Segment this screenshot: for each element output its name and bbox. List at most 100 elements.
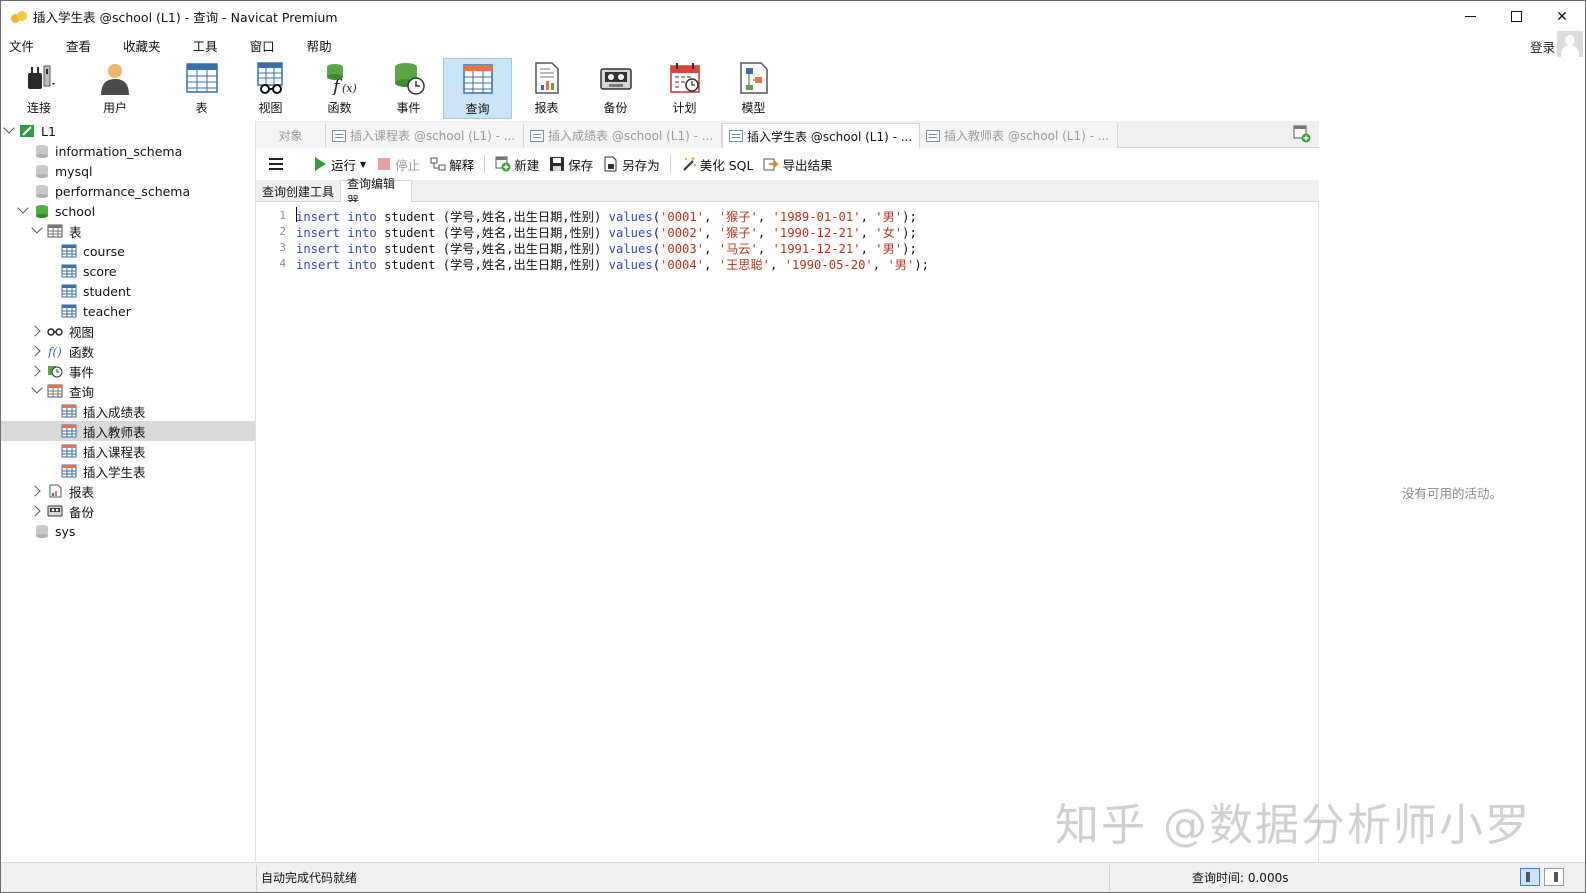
tree-db-mysql[interactable]: mysql bbox=[1, 161, 255, 181]
menu-tools[interactable]: 工具 bbox=[185, 36, 218, 55]
chevron-right-icon[interactable] bbox=[29, 505, 41, 517]
chevron-right-icon[interactable] bbox=[29, 345, 41, 357]
dropdown-arrow-icon[interactable]: ▼ bbox=[360, 160, 366, 169]
tab-query-editor[interactable]: 查询编辑器 bbox=[340, 177, 412, 208]
maximize-button[interactable] bbox=[1493, 1, 1539, 32]
tree-table-course[interactable]: course bbox=[1, 241, 255, 261]
toolbar-user-button[interactable]: 用户 bbox=[77, 58, 153, 119]
toolbar-schedule-button[interactable]: 计划 bbox=[650, 58, 719, 119]
toolbar-event-button[interactable]: 事件 bbox=[374, 58, 443, 119]
tree-group-backups[interactable]: 备份 bbox=[1, 501, 255, 521]
stop-icon bbox=[378, 158, 391, 170]
menu-view[interactable]: 查看 bbox=[58, 36, 91, 55]
menu-window[interactable]: 窗口 bbox=[242, 36, 275, 55]
avatar[interactable] bbox=[1557, 31, 1583, 57]
toolbar-schedule-label: 计划 bbox=[672, 101, 697, 115]
toolbar-backup-button[interactable]: 备份 bbox=[581, 58, 650, 119]
explain-label: 解释 bbox=[449, 157, 475, 173]
run-button[interactable]: 运行 ▼ bbox=[312, 155, 366, 174]
model-icon bbox=[739, 62, 768, 94]
toolbar-report-button[interactable]: 报表 bbox=[512, 58, 581, 119]
tab-objects[interactable]: 对象 bbox=[256, 123, 326, 148]
tree-query-insert-course[interactable]: 插入课程表 bbox=[1, 441, 255, 461]
sql-function: values bbox=[608, 210, 653, 224]
sql-string: '男' bbox=[875, 210, 903, 224]
tab-insert-course[interactable]: 插入课程表 @school (L1) - ... bbox=[326, 123, 524, 148]
minimize-button[interactable] bbox=[1447, 1, 1493, 32]
chevron-down-icon[interactable] bbox=[31, 382, 43, 394]
tree-group-tables[interactable]: 表 bbox=[1, 221, 255, 241]
toolbar-model-button[interactable]: 模型 bbox=[719, 58, 788, 119]
toolbar-function-button[interactable]: f (x) 函数 bbox=[305, 58, 374, 119]
toolbar-report-label: 报表 bbox=[534, 101, 559, 115]
tree-group-functions[interactable]: f() 函数 bbox=[1, 341, 255, 361]
tree-query-insert-student[interactable]: 插入学生表 bbox=[1, 461, 255, 481]
sql-text: ); bbox=[902, 226, 917, 240]
tree-group-reports[interactable]: 报表 bbox=[1, 481, 255, 501]
backup-icon bbox=[47, 505, 63, 517]
sql-string: '猴子' bbox=[718, 210, 758, 224]
toolbar-view-button[interactable]: 视图 bbox=[236, 58, 305, 119]
toolbar-event-label: 事件 bbox=[396, 101, 421, 115]
tab-query-builder[interactable]: 查询创建工具 bbox=[256, 180, 340, 202]
hamburger-menu-button[interactable] bbox=[268, 157, 284, 171]
tree-label: 报表 bbox=[69, 484, 95, 500]
toolbar-table-button[interactable]: 表 bbox=[167, 58, 236, 119]
stop-button[interactable]: 停止 bbox=[376, 155, 420, 174]
toolbar-query-label: 查询 bbox=[465, 102, 490, 116]
chevron-down-icon[interactable] bbox=[17, 202, 29, 214]
sql-function: values bbox=[608, 226, 653, 240]
new-tab-icon[interactable] bbox=[1293, 125, 1311, 143]
chevron-right-icon[interactable] bbox=[29, 325, 41, 337]
toolbar-connect-button[interactable]: 连接 bbox=[1, 58, 77, 119]
tree-db-sys[interactable]: sys bbox=[1, 521, 255, 541]
connection-icon bbox=[20, 125, 34, 137]
menu-file[interactable]: 文件 bbox=[1, 36, 34, 55]
explain-button[interactable]: 解释 bbox=[430, 155, 474, 174]
event-icon bbox=[394, 63, 425, 95]
tab-insert-student[interactable]: 插入学生表 @school (L1) - ... bbox=[722, 123, 920, 148]
chevron-right-icon[interactable] bbox=[29, 485, 41, 497]
view-toggle-left-button[interactable] bbox=[1520, 868, 1540, 886]
panel-left-icon bbox=[1526, 872, 1530, 882]
tree-db-information-schema[interactable]: information_schema bbox=[1, 141, 255, 161]
tree-label: course bbox=[83, 243, 125, 259]
export-results-button[interactable]: 导出结果 bbox=[763, 155, 832, 174]
chevron-down-icon[interactable] bbox=[31, 222, 43, 234]
query-icon bbox=[926, 129, 940, 142]
sql-text: ( bbox=[652, 258, 661, 272]
tree-query-insert-score[interactable]: 插入成绩表 bbox=[1, 401, 255, 421]
chevron-right-icon[interactable] bbox=[29, 365, 41, 377]
tree-table-student[interactable]: student bbox=[1, 281, 255, 301]
menu-help[interactable]: 帮助 bbox=[299, 36, 332, 55]
tree-db-school[interactable]: school bbox=[1, 201, 255, 221]
sql-text: student (学号,姓名,出生日期,性别) bbox=[376, 210, 609, 224]
tree-group-views[interactable]: 视图 bbox=[1, 321, 255, 341]
tab-insert-teacher[interactable]: 插入教师表 @school (L1) - ... bbox=[920, 123, 1118, 148]
tree-label: mysql bbox=[55, 163, 93, 179]
toolbar-query-button[interactable]: 查询 bbox=[443, 58, 512, 119]
save-button[interactable]: 保存 bbox=[549, 155, 593, 174]
tree-group-events[interactable]: 事件 bbox=[1, 361, 255, 381]
tab-insert-score[interactable]: 插入成绩表 @school (L1) - ... bbox=[524, 123, 722, 148]
tree-table-teacher[interactable]: teacher bbox=[1, 301, 255, 321]
menu-favorites[interactable]: 收藏夹 bbox=[115, 36, 161, 55]
tree-table-score[interactable]: score bbox=[1, 261, 255, 281]
tree-connection-l1[interactable]: L1 bbox=[1, 121, 255, 141]
close-button[interactable]: ✕ bbox=[1539, 1, 1585, 32]
query-mode-tabs: 查询创建工具 查询编辑器 bbox=[256, 177, 1319, 208]
beautify-sql-button[interactable]: 美化 SQL bbox=[681, 155, 753, 174]
login-link[interactable]: 登录 bbox=[1530, 37, 1555, 56]
sql-text: student (学号,姓名,出生日期,性别) bbox=[376, 226, 609, 240]
tree-group-queries[interactable]: 查询 bbox=[1, 381, 255, 401]
tree-query-insert-teacher[interactable]: 插入教师表 bbox=[1, 421, 255, 441]
sql-keyword: into bbox=[347, 258, 377, 272]
chevron-down-icon[interactable] bbox=[3, 122, 15, 134]
tree-db-performance-schema[interactable]: performance_schema bbox=[1, 181, 255, 201]
new-button[interactable]: 新建 bbox=[495, 155, 539, 174]
sql-editor[interactable]: 1 2 3 4 insert into student (学号,姓名,出生日期,… bbox=[256, 202, 1319, 862]
save-as-button[interactable]: 另存为 bbox=[603, 155, 660, 174]
view-toggle-right-button[interactable] bbox=[1544, 868, 1564, 886]
sql-text: , bbox=[704, 226, 719, 240]
sql-function: values bbox=[608, 258, 653, 272]
